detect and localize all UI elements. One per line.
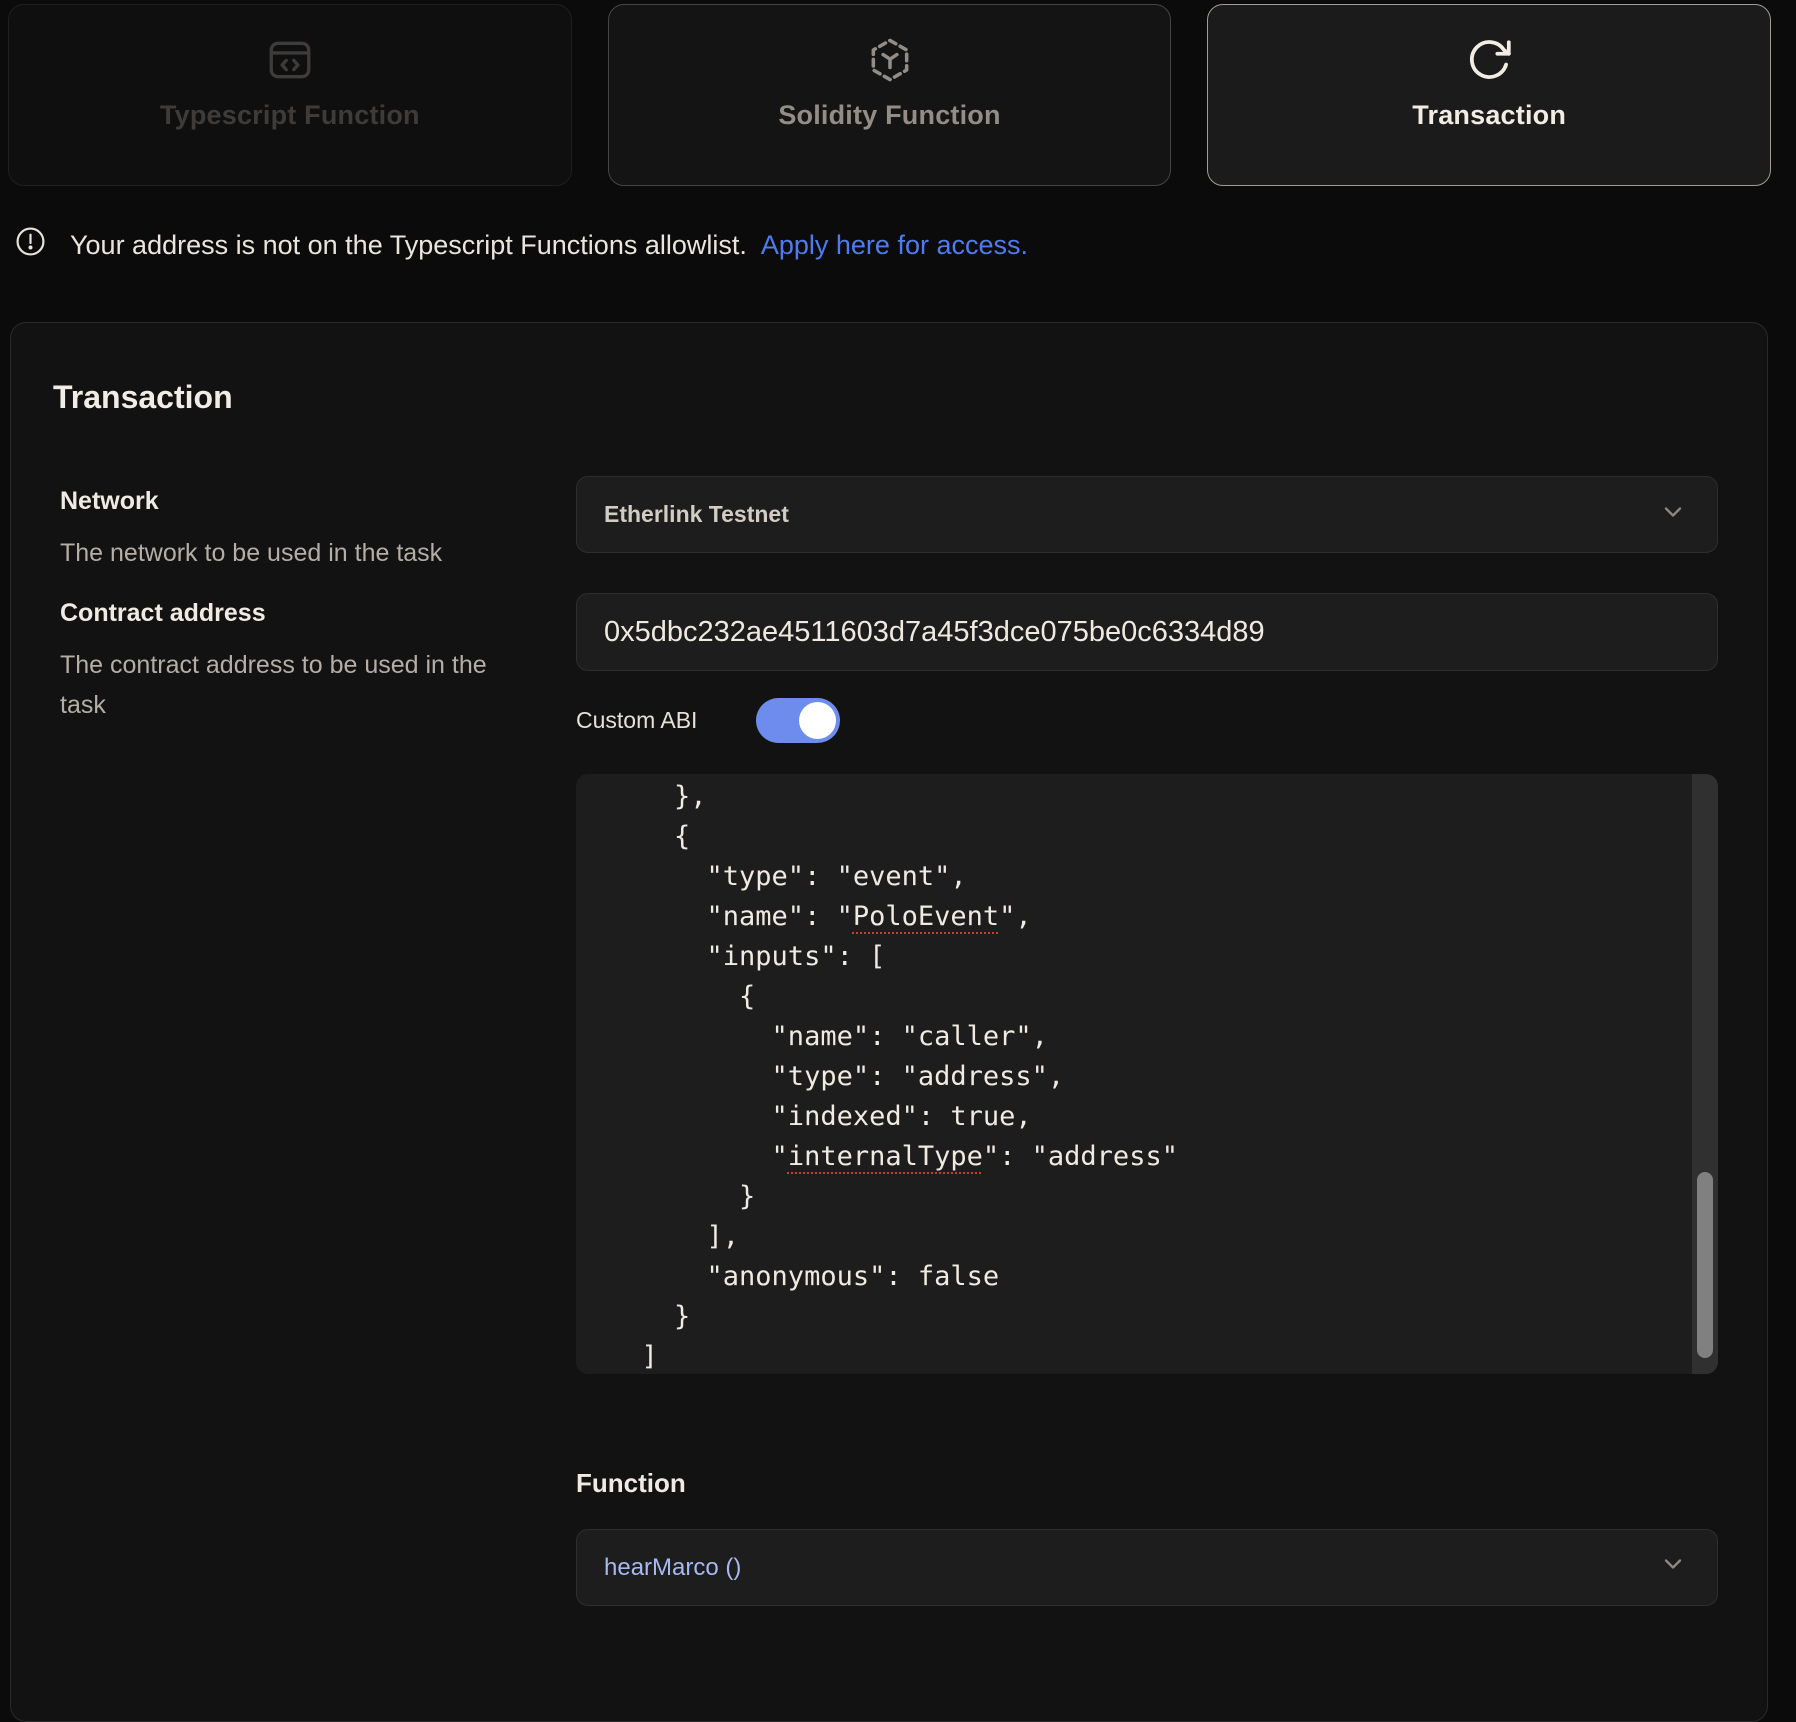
chevron-down-icon [1659, 1550, 1687, 1585]
network-select-value: Etherlink Testnet [604, 501, 789, 528]
function-select[interactable]: hearMarco () [576, 1529, 1718, 1606]
scrollbar-track[interactable] [1692, 774, 1718, 1374]
custom-abi-label: Custom ABI [576, 698, 697, 743]
tab-label: Transaction [1412, 100, 1566, 131]
code-line: "type": "address", [609, 1057, 1658, 1097]
code-line: { [609, 977, 1658, 1017]
code-line: "internalType": "address" [609, 1137, 1658, 1177]
allowlist-banner: Your address is not on the Typescript Fu… [15, 226, 1028, 264]
tab-label: Typescript Function [160, 100, 420, 131]
code-line: } [609, 1177, 1658, 1217]
apply-access-link[interactable]: Apply here for access. [761, 230, 1028, 261]
banner-message: Your address is not on the Typescript Fu… [70, 230, 747, 261]
network-label: Network [60, 487, 159, 516]
code-line: "name": "caller", [609, 1017, 1658, 1057]
network-description: The network to be used in the task [60, 533, 442, 573]
network-select[interactable]: Etherlink Testnet [576, 476, 1718, 553]
code-line: } [609, 1297, 1658, 1337]
abi-code: }, { "type": "event", "name": "PoloEvent… [609, 777, 1658, 1374]
function-select-value: hearMarco () [604, 1554, 741, 1582]
toggle-thumb [799, 702, 836, 739]
tab-solidity-function[interactable]: Solidity Function [608, 4, 1172, 186]
hexagon-cube-icon [865, 35, 915, 85]
tab-label: Solidity Function [778, 100, 1000, 131]
code-line: "type": "event", [609, 857, 1658, 897]
custom-abi-toggle[interactable] [756, 698, 840, 743]
code-line: "inputs": [ [609, 937, 1658, 977]
contract-address-label: Contract address [60, 599, 266, 628]
tab-transaction[interactable]: Transaction [1207, 4, 1771, 186]
code-line: ], [609, 1217, 1658, 1257]
transaction-panel: Transaction Network The network to be us… [10, 322, 1768, 1722]
code-window-icon [265, 35, 315, 85]
chevron-down-icon [1659, 498, 1687, 532]
code-line: }, [609, 777, 1658, 817]
panel-title: Transaction [53, 379, 233, 416]
rotate-cw-icon [1464, 35, 1514, 85]
alert-circle-icon [15, 226, 70, 264]
code-line: ] [609, 1337, 1658, 1374]
contract-address-description: The contract address to be used in the t… [60, 645, 530, 725]
function-label: Function [576, 1468, 686, 1499]
code-line: "indexed": true, [609, 1097, 1658, 1137]
abi-code-editor[interactable]: }, { "type": "event", "name": "PoloEvent… [576, 774, 1718, 1374]
tab-typescript-function[interactable]: Typescript Function [8, 4, 572, 186]
scrollbar-thumb[interactable] [1697, 1172, 1713, 1358]
code-line: "name": "PoloEvent", [609, 897, 1658, 937]
task-type-tabs: Typescript Function Solidity Function Tr… [8, 4, 1771, 186]
code-line: "anonymous": false [609, 1257, 1658, 1297]
code-line: { [609, 817, 1658, 857]
contract-address-input[interactable] [576, 593, 1718, 671]
